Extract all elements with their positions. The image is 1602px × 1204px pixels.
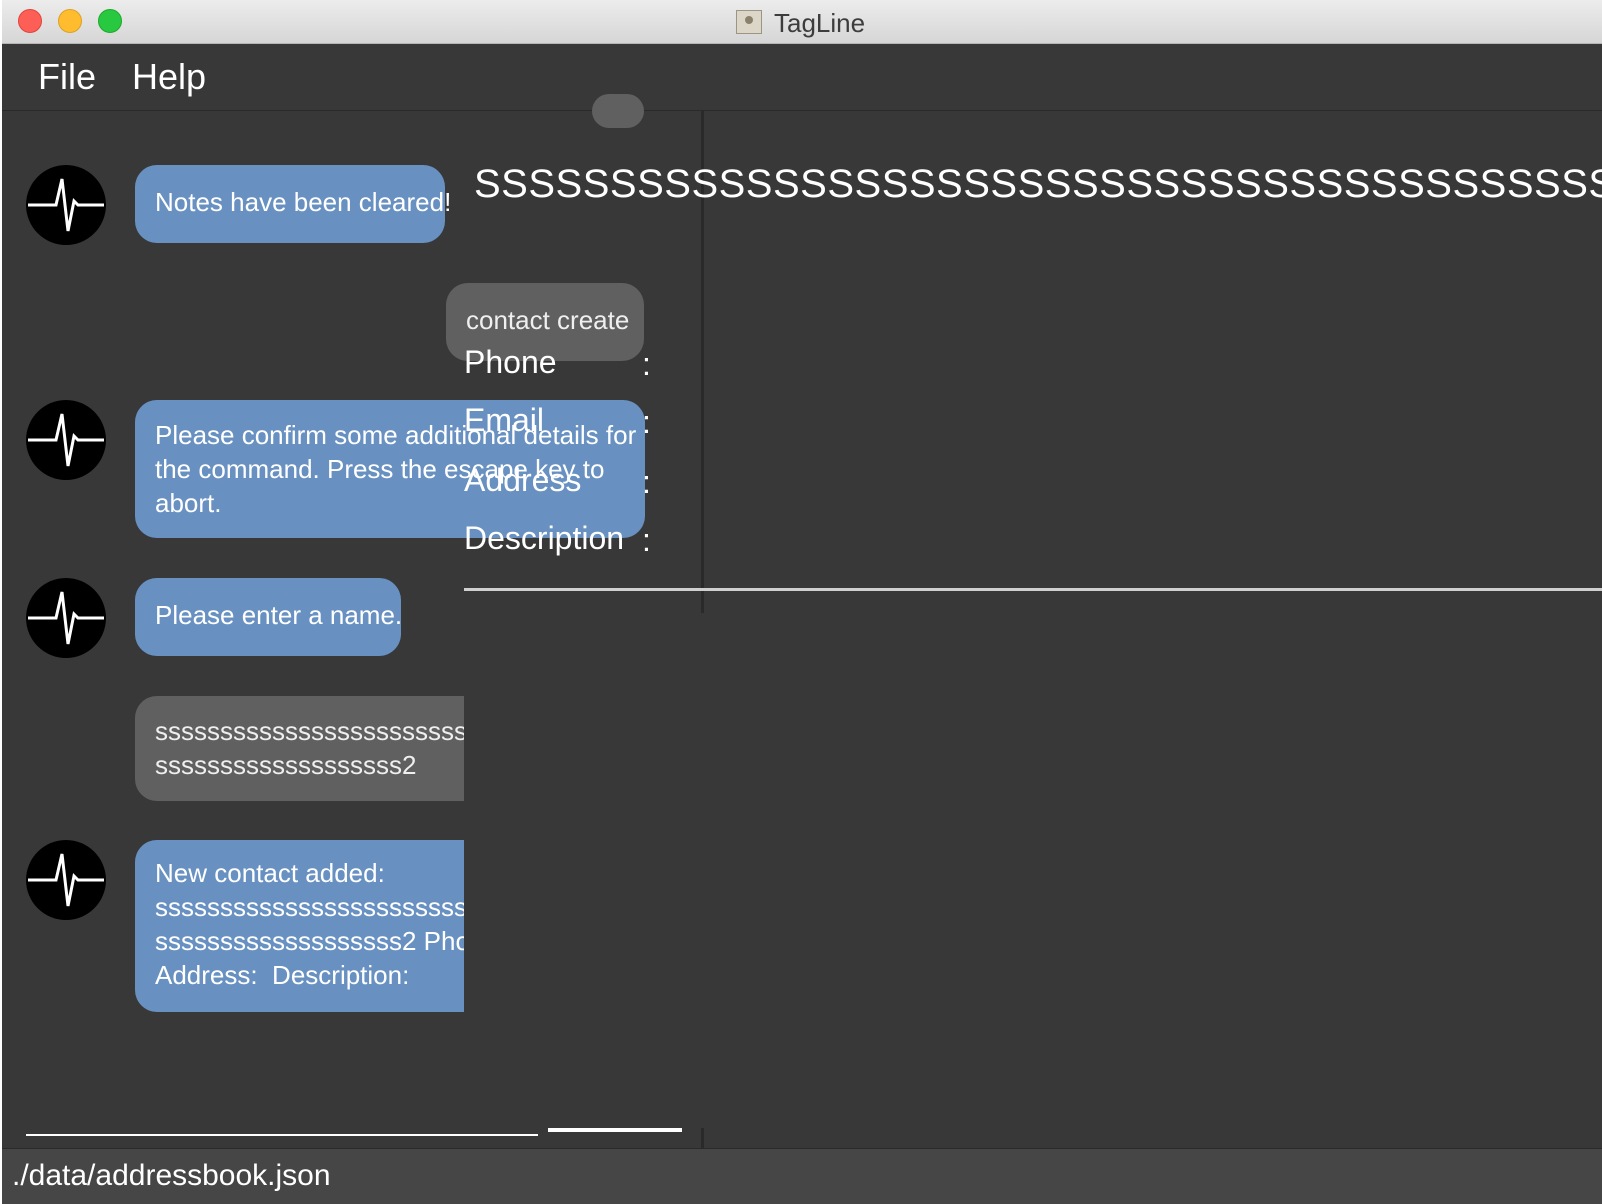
contact-name-display: SSSSSSSSSSSSSSSSSSSSSSSSSSSSSSSSSSSSSSSS… <box>474 162 1602 206</box>
heartbeat-icon <box>28 413 104 467</box>
menu-file[interactable]: File <box>38 56 96 98</box>
avatar <box>26 400 106 480</box>
command-input[interactable] <box>26 1134 538 1136</box>
heartbeat-icon <box>28 591 104 645</box>
heartbeat-icon <box>28 178 104 232</box>
close-window-button[interactable] <box>18 9 42 33</box>
command-input-cursor <box>548 1128 682 1132</box>
menu-bar: File Help <box>2 44 1602 111</box>
chat-bubble-user: ssssssssssssssssssssssss ssss sssssssssss… <box>135 696 464 801</box>
file-path: ./data/addressbook.json <box>12 1159 331 1192</box>
title-bar: TagLine <box>2 0 1602 44</box>
chat-bubble-partial <box>592 94 644 128</box>
chat-bubble-bot: Please enter a name. <box>135 578 402 656</box>
field-label-address: Address <box>464 462 582 498</box>
maximize-window-button[interactable] <box>98 9 122 33</box>
form-separator <box>464 588 1602 591</box>
avatar <box>26 165 106 245</box>
field-label-description: Description <box>464 520 625 556</box>
app-window: TagLine File Help Notes have been cleare… <box>2 0 1602 1204</box>
chat-pane[interactable]: Notes have been cleared! contact create … <box>2 94 702 1148</box>
window-title: TagLine <box>774 8 866 38</box>
avatar <box>26 840 106 920</box>
minimize-window-button[interactable] <box>58 9 82 33</box>
pane-divider[interactable] <box>701 1128 704 1148</box>
field-colon: : <box>642 464 651 500</box>
status-bar: ./data/addressbook.json <box>2 1148 1602 1204</box>
chat-bubble-bot: Notes have been cleared! <box>135 165 451 243</box>
field-colon: : <box>642 522 651 558</box>
field-label-email: Email <box>464 402 545 438</box>
app-icon <box>736 10 762 34</box>
chat-bubble-bot: New contact added: sssssssssssssssssssss… <box>135 840 464 1012</box>
field-colon: : <box>642 404 651 440</box>
avatar <box>26 578 106 658</box>
field-label-phone: Phone <box>464 344 557 380</box>
heartbeat-icon <box>28 853 104 907</box>
menu-help[interactable]: Help <box>132 56 206 98</box>
field-colon: : <box>642 346 651 382</box>
